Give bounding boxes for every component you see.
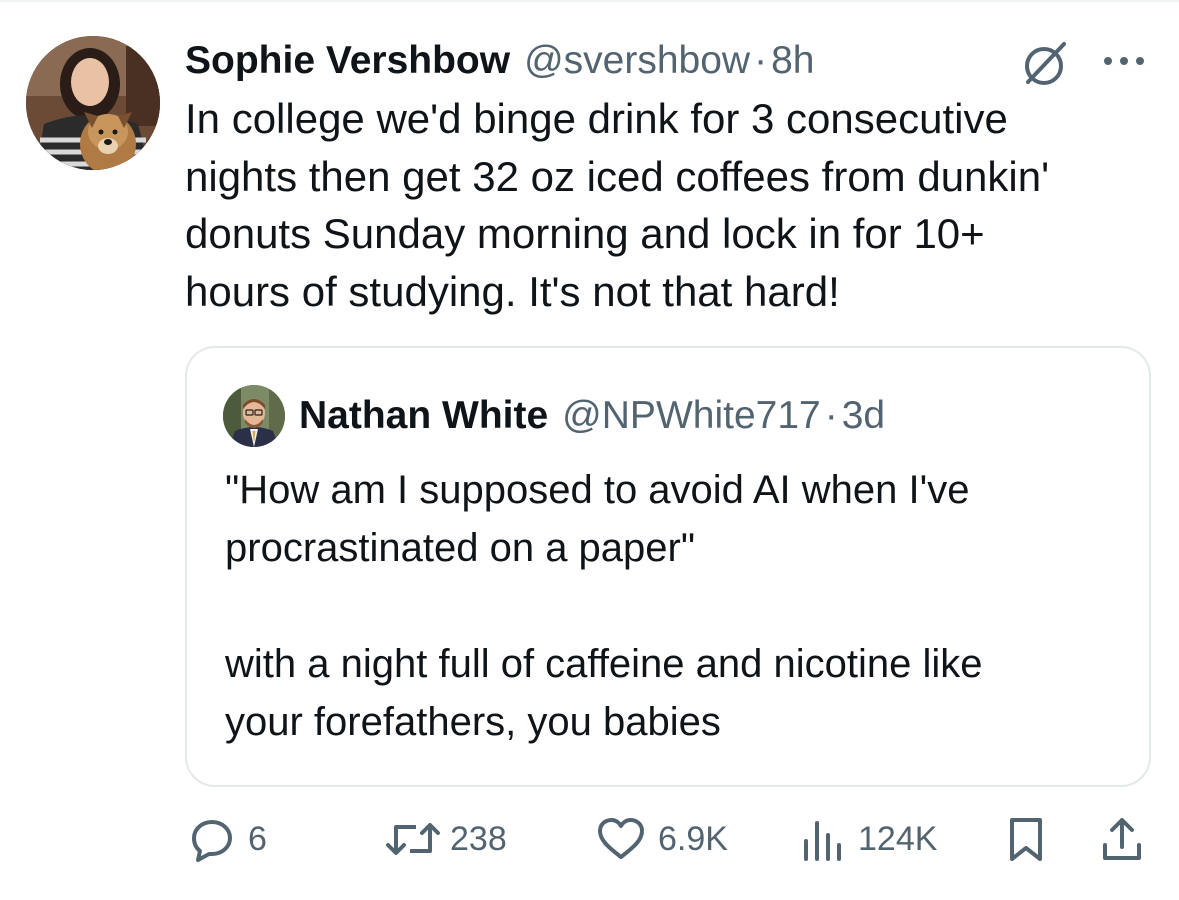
author-name[interactable]: Sophie Vershbow — [185, 34, 510, 88]
quoted-author-handle[interactable]: @NPWhite717 — [562, 388, 821, 444]
tweet-timestamp[interactable]: 8h — [771, 34, 814, 88]
repost-count: 238 — [450, 819, 507, 858]
quoted-tweet-header: Nathan White @NPWhite717 · 3d — [299, 388, 885, 444]
views-button[interactable]: 124K — [800, 811, 937, 867]
quoted-tweet-text: "How am I supposed to avoid AI when I've… — [225, 461, 1125, 751]
like-button[interactable]: 6.9K — [596, 811, 728, 867]
header-separator: · — [754, 39, 768, 82]
share-icon — [1100, 815, 1144, 863]
grok-icon[interactable] — [1018, 36, 1072, 90]
quoted-text-line: "How am I supposed to avoid AI when I've — [225, 468, 970, 512]
quoted-text-line: procrastinated on a paper" — [225, 526, 696, 570]
quoted-tweet-card[interactable]: Nathan White @NPWhite717 · 3d "How am I … — [185, 346, 1151, 787]
top-divider — [0, 0, 1179, 2]
tweet-text-line: nights then get 32 oz iced coffees from … — [185, 152, 1050, 200]
repost-button[interactable]: 238 — [384, 811, 507, 867]
repost-icon — [384, 815, 442, 863]
reply-icon — [188, 815, 236, 863]
views-icon — [800, 815, 846, 863]
quoted-text-line: your forefathers, you babies — [225, 700, 721, 744]
action-bar: 6 238 6.9K 124K — [0, 805, 1179, 875]
more-icon[interactable] — [1100, 46, 1148, 76]
bookmark-icon — [1006, 815, 1046, 863]
like-count: 6.9K — [658, 819, 728, 858]
quoted-tweet-timestamp: 3d — [841, 394, 886, 437]
tweet-text-line: hours of studying. It's not that hard! — [185, 267, 840, 315]
author-handle[interactable]: @svershbow — [524, 34, 750, 88]
tweet-text-line: donuts Sunday morning and lock in for 10… — [185, 210, 985, 257]
reply-button[interactable]: 6 — [188, 811, 267, 867]
views-count: 124K — [858, 819, 938, 858]
tweet-text-line: In college we'd binge drink for 3 consec… — [185, 95, 1008, 142]
author-avatar[interactable] — [26, 36, 160, 170]
reply-count: 6 — [248, 819, 267, 858]
quoted-header-separator: · — [824, 394, 838, 437]
share-button[interactable] — [1100, 811, 1144, 867]
quoted-text-line: with a night full of caffeine and nicoti… — [225, 642, 983, 686]
quoted-text-line — [225, 577, 1125, 635]
heart-icon — [596, 815, 646, 863]
tweet-header: Sophie Vershbow @svershbow · 8h — [185, 34, 1015, 88]
bookmark-button[interactable] — [1006, 811, 1046, 867]
tweet-text: In college we'd binge drink for 3 consec… — [185, 90, 1145, 320]
quoted-author-avatar[interactable] — [223, 385, 285, 447]
quoted-author-name[interactable]: Nathan White — [299, 388, 548, 444]
